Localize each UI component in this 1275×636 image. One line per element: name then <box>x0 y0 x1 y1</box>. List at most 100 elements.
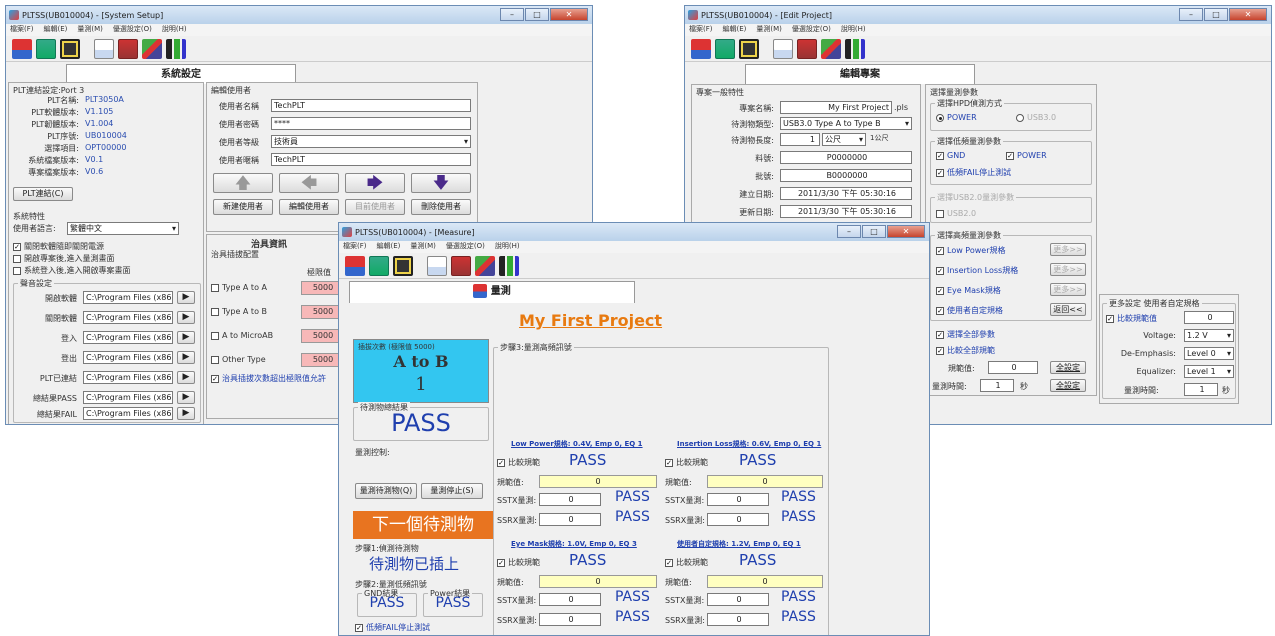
play-button[interactable]: ▶ <box>177 331 195 344</box>
edit-icon[interactable] <box>142 38 162 59</box>
check-power-off[interactable]: ✓ 關閉軟體隨即關閉電源 <box>13 241 104 252</box>
hpd-usb3-radio[interactable]: USB3.0 <box>1016 113 1056 122</box>
checkbox[interactable] <box>211 307 219 316</box>
fixture-a-b[interactable]: Type A to B <box>211 307 267 316</box>
chart-icon[interactable] <box>773 38 793 59</box>
lowpower-compare-check[interactable]: ✓ 比較規範 <box>497 457 540 468</box>
deemph-select[interactable]: Level 0 <box>1184 347 1234 360</box>
checkbox[interactable]: ✓ <box>13 242 21 251</box>
checkbox[interactable]: ✓ <box>936 306 944 315</box>
user-nick-input[interactable]: TechPLT <box>271 153 471 166</box>
radio[interactable] <box>936 113 944 122</box>
sound-path-input[interactable]: C:\Program Files (x86)\PL <box>83 351 173 364</box>
more-button[interactable]: 更多>> <box>1050 243 1086 256</box>
dut-type-select[interactable]: USB3.0 Type A to Type B <box>780 117 912 130</box>
tab-edit-project[interactable]: 編輯專案 <box>745 64 975 84</box>
next-dut-banner[interactable]: 下一個待測物 <box>353 511 493 539</box>
play-button[interactable]: ▶ <box>177 407 195 420</box>
fixture-a-micro[interactable]: A to MicroAB <box>211 331 273 340</box>
save-icon[interactable] <box>36 38 56 59</box>
maximize-button[interactable]: □ <box>525 8 549 21</box>
dut-length-unit[interactable]: 公尺 <box>822 133 866 146</box>
menu-edit[interactable]: 編輯(E) <box>377 241 401 253</box>
current-user-button[interactable]: 目前使用者 <box>345 199 405 215</box>
voltage-select[interactable]: 1.2 V <box>1184 329 1234 342</box>
report-icon[interactable] <box>118 38 138 59</box>
check-open-measure[interactable]: 開啟專案後,進入量測畫面 <box>13 253 115 264</box>
sound-path-input[interactable]: C:\Program Files (x86)\PL <box>83 407 173 420</box>
menu-measure[interactable]: 量測(M) <box>410 241 436 253</box>
maximize-button[interactable]: □ <box>862 225 886 238</box>
custom-spec[interactable]: 0 <box>707 575 823 588</box>
menu-options[interactable]: 優選設定(O) <box>792 24 831 36</box>
batch-input[interactable]: B0000000 <box>780 169 912 182</box>
checkbox[interactable]: ✓ <box>936 346 944 355</box>
checkbox[interactable]: ✓ <box>936 151 944 160</box>
check-open-project[interactable]: 系統登入後,進入開啟專案畫面 <box>13 265 131 276</box>
user-level-select[interactable]: 技術員 <box>271 135 471 148</box>
low-gnd-check[interactable]: ✓ GND <box>936 151 965 160</box>
checkbox[interactable] <box>13 266 21 275</box>
play-button[interactable]: ▶ <box>177 351 195 364</box>
minimize-button[interactable]: – <box>1179 8 1203 21</box>
sound-path-input[interactable]: C:\Program Files (x86)\PL <box>83 291 173 304</box>
menu-options[interactable]: 優選設定(O) <box>113 24 152 36</box>
checkbox[interactable] <box>211 283 219 292</box>
usb-icon[interactable] <box>345 255 365 276</box>
eq-select[interactable]: Level 1 <box>1184 365 1234 378</box>
high-lowpower-check[interactable]: ✓ Low Power規格 <box>936 245 1005 256</box>
checkbox[interactable]: ✓ <box>936 286 944 295</box>
tab-measure[interactable]: 量測 <box>349 281 635 303</box>
chart-icon[interactable] <box>94 38 114 59</box>
checkbox[interactable]: ✓ <box>665 558 673 567</box>
more-button[interactable]: 更多>> <box>1050 263 1086 276</box>
play-button[interactable]: ▶ <box>177 291 195 304</box>
measure-start-button[interactable]: 量測待測物(Q) <box>355 483 417 499</box>
monitor-icon[interactable] <box>739 38 759 59</box>
new-user-button[interactable]: 新建使用者 <box>213 199 273 215</box>
stats-icon[interactable] <box>166 38 186 59</box>
arrow-right-icon[interactable]: 🡆 <box>345 173 405 193</box>
low-fail-stop-check[interactable]: ✓ 低頻FAIL停止測試 <box>355 622 430 633</box>
menu-help[interactable]: 說明(H) <box>495 241 520 253</box>
usb-icon[interactable] <box>691 38 711 59</box>
compare-all-check[interactable]: ✓ 比較全部規範 <box>936 345 995 356</box>
minimize-button[interactable]: – <box>837 225 861 238</box>
arrow-up-icon[interactable]: 🡅 <box>213 173 273 193</box>
project-name-input[interactable]: My First Project <box>780 101 892 114</box>
sound-path-input[interactable]: C:\Program Files (x86)\PL <box>83 371 173 384</box>
fixture-warn[interactable]: ✓ 治具插拔次數超出極限值允許 <box>211 373 326 384</box>
menu-options[interactable]: 優選設定(O) <box>446 241 485 253</box>
back-button[interactable]: 返回<< <box>1050 303 1086 316</box>
sound-path-input[interactable]: C:\Program Files (x86)\PL <box>83 331 173 344</box>
delete-user-button[interactable]: 刪除使用者 <box>411 199 471 215</box>
eyemask-compare-check[interactable]: ✓ 比較規範 <box>497 557 540 568</box>
close-button[interactable]: ✕ <box>887 225 925 238</box>
menu-file[interactable]: 檔案(F) <box>10 24 34 36</box>
report-icon[interactable] <box>797 38 817 59</box>
custom-spec-input[interactable]: 0 <box>1184 311 1234 324</box>
menu-file[interactable]: 檔案(F) <box>689 24 713 36</box>
user-name-input[interactable]: TechPLT <box>271 99 471 112</box>
play-button[interactable]: ▶ <box>177 371 195 384</box>
play-button[interactable]: ▶ <box>177 311 195 324</box>
lowpower-spec[interactable]: 0 <box>539 475 657 488</box>
spec-set-all-button[interactable]: 全設定 <box>1050 361 1086 374</box>
monitor-icon[interactable] <box>60 38 80 59</box>
close-button[interactable]: ✕ <box>1229 8 1267 21</box>
checkbox[interactable]: ✓ <box>211 374 219 383</box>
checkbox[interactable] <box>211 331 219 340</box>
stats-icon[interactable] <box>499 255 519 276</box>
menu-edit[interactable]: 編輯(E) <box>44 24 68 36</box>
sound-path-input[interactable]: C:\Program Files (x86)\PL <box>83 391 173 404</box>
checkbox[interactable]: ✓ <box>936 246 944 255</box>
hpd-power-radio[interactable]: POWER <box>936 113 977 122</box>
stats-icon[interactable] <box>845 38 865 59</box>
menu-measure[interactable]: 量測(M) <box>77 24 103 36</box>
sound-path-input[interactable]: C:\Program Files (x86)\PL <box>83 311 173 324</box>
edit-icon[interactable] <box>475 255 495 276</box>
save-icon[interactable] <box>369 255 389 276</box>
fixture-a-a[interactable]: Type A to A <box>211 283 267 292</box>
tab-system-setup[interactable]: 系統設定 <box>66 64 296 84</box>
arrow-down-icon[interactable]: 🡇 <box>411 173 471 193</box>
